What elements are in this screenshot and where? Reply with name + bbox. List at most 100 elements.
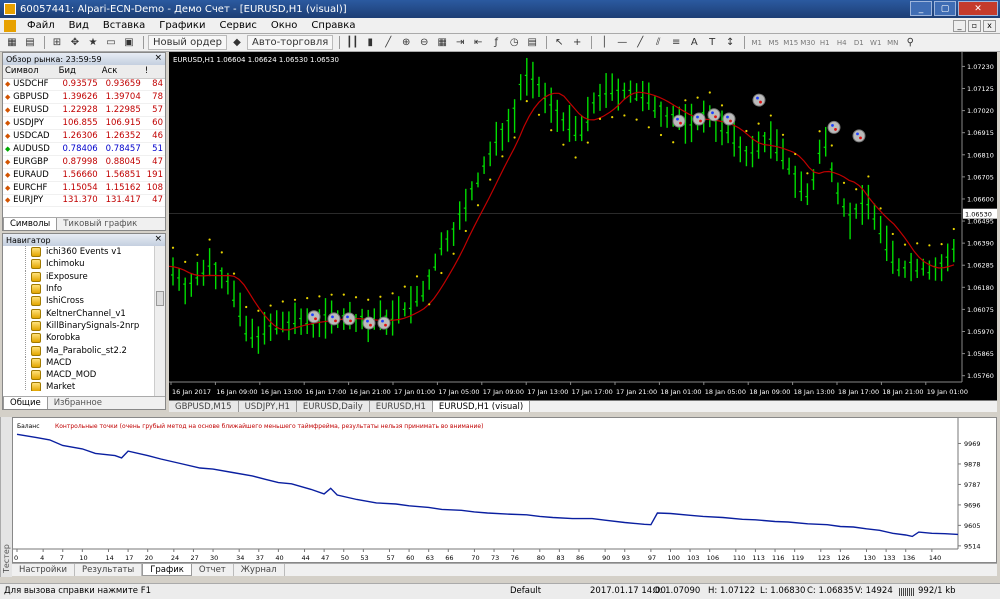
menu-view[interactable]: Вид: [62, 20, 96, 31]
tf-m1-button[interactable]: M1: [749, 35, 764, 50]
crosshair-icon[interactable]: +: [569, 35, 585, 50]
column-bid[interactable]: Бид: [56, 65, 100, 79]
vertical-line-icon[interactable]: │: [596, 35, 612, 50]
trade-marker-icon[interactable]: [672, 114, 686, 128]
menu-help[interactable]: Справка: [304, 20, 362, 31]
navigator-item[interactable]: KeltnerChannel_v1: [3, 307, 155, 320]
close-button[interactable]: ✕: [958, 1, 998, 16]
trade-marker-icon[interactable]: [852, 129, 866, 143]
table-row[interactable]: ◆ USDCAD 1.26306 1.26352 46: [3, 129, 165, 143]
trendline-icon[interactable]: ╱: [632, 35, 648, 50]
tf-m15-button[interactable]: M15: [783, 35, 798, 50]
tester-icon[interactable]: ▣: [121, 35, 137, 50]
tab-favorites[interactable]: Избранное: [48, 397, 108, 409]
price-chart-canvas[interactable]: 1.07230 1.07125 1.07020 1.06915 1.06810 1.067…: [169, 52, 997, 400]
tf-h4-button[interactable]: H4: [834, 35, 849, 50]
new-chart-icon[interactable]: ▦: [4, 35, 20, 50]
candlestick-icon[interactable]: ▮: [362, 35, 378, 50]
tab-common[interactable]: Общие: [3, 397, 48, 409]
data-window-icon[interactable]: ✥: [67, 35, 83, 50]
tf-m5-button[interactable]: M5: [766, 35, 781, 50]
search-icon[interactable]: ⚲: [902, 35, 918, 50]
trade-marker-icon[interactable]: [752, 93, 766, 107]
navigator-item[interactable]: ichi360 Events v1: [3, 246, 155, 259]
tf-d1-button[interactable]: D1: [851, 35, 866, 50]
trade-marker-icon[interactable]: [307, 310, 321, 324]
navigator-item[interactable]: Market: [3, 381, 155, 391]
tf-w1-button[interactable]: W1: [868, 35, 883, 50]
maximize-button[interactable]: ▢: [934, 1, 956, 16]
navigator-scrollbar[interactable]: [154, 246, 165, 396]
zoom-in-icon[interactable]: ⊕: [398, 35, 414, 50]
tester-tab-settings[interactable]: Настройки: [12, 564, 76, 576]
metaeditor-icon[interactable]: ◆: [229, 35, 245, 50]
market-watch-icon[interactable]: ⊞: [49, 35, 65, 50]
label-icon[interactable]: T: [704, 35, 720, 50]
navigator-item[interactable]: Info: [3, 282, 155, 296]
menu-tools[interactable]: Сервис: [212, 20, 263, 31]
tab-symbols[interactable]: Символы: [3, 218, 58, 230]
table-row[interactable]: ◆ EURGBP 0.87998 0.88045 47: [3, 155, 165, 169]
navigator-item[interactable]: KillBinarySignals-2nrp: [3, 319, 155, 333]
trade-marker-icon[interactable]: [342, 312, 356, 326]
navigator-item[interactable]: IshiCross: [3, 295, 155, 308]
fibonacci-icon[interactable]: ≡: [668, 35, 684, 50]
navigator-item[interactable]: iExposure: [3, 270, 155, 283]
trade-marker-icon[interactable]: [827, 120, 841, 134]
mdi-minimize-button[interactable]: _: [953, 19, 966, 32]
zoom-out-icon[interactable]: ⊖: [416, 35, 432, 50]
cursor-icon[interactable]: ↖: [551, 35, 567, 50]
tab-tick-chart[interactable]: Тиковый график: [57, 218, 143, 230]
navigator-item[interactable]: Ichimoku: [3, 258, 155, 271]
autotrading-button[interactable]: Авто-торговля: [246, 35, 334, 50]
table-row[interactable]: ◆ EURJPY 131.370 131.417 47: [3, 194, 165, 208]
table-row[interactable]: ◆ USDJPY 106.855 106.915 60: [3, 116, 165, 131]
new-order-button[interactable]: Новый ордер: [148, 35, 227, 50]
menu-insert[interactable]: Вставка: [96, 20, 152, 31]
table-row[interactable]: ◆ GBPUSD 1.39626 1.39704 78: [3, 90, 165, 105]
tf-m30-button[interactable]: M30: [800, 35, 815, 50]
price-chart[interactable]: 1.07230 1.07125 1.07020 1.06915 1.06810 1.067…: [169, 52, 997, 400]
tester-tab-report[interactable]: Отчет: [192, 564, 234, 576]
menu-charts[interactable]: Графики: [152, 20, 212, 31]
trade-marker-icon[interactable]: [707, 108, 721, 122]
table-row[interactable]: ◆ USDCHF 0.93575 0.93659 84: [3, 78, 165, 92]
text-icon[interactable]: A: [686, 35, 702, 50]
status-profile[interactable]: Default: [510, 586, 541, 596]
column-symbol[interactable]: Символ: [3, 65, 57, 79]
close-icon[interactable]: ×: [154, 53, 162, 63]
navigator-item[interactable]: Korobka: [3, 332, 155, 345]
trade-marker-icon[interactable]: [362, 316, 376, 330]
minimize-button[interactable]: _: [910, 1, 932, 16]
trade-marker-icon[interactable]: [722, 112, 736, 126]
table-row[interactable]: ◆ AUDUSD 0.78406 0.78457 51: [3, 142, 165, 156]
column-spread[interactable]: !: [142, 65, 165, 79]
table-row[interactable]: ◆ EURUSD 1.22928 1.22985 57: [3, 103, 165, 118]
tf-mn-button[interactable]: MN: [885, 35, 900, 50]
autoscroll-icon[interactable]: ⇥: [452, 35, 468, 50]
tf-h1-button[interactable]: H1: [817, 35, 832, 50]
profiles-icon[interactable]: ▤: [22, 35, 38, 50]
tester-tab-results[interactable]: Результаты: [75, 564, 143, 576]
trade-marker-icon[interactable]: [692, 112, 706, 126]
mdi-restore-button[interactable]: ▫: [968, 19, 981, 32]
menu-window[interactable]: Окно: [264, 20, 305, 31]
line-chart-icon[interactable]: ╱: [380, 35, 396, 50]
scrollbar-thumb[interactable]: [156, 291, 164, 306]
tester-tab-journal[interactable]: Журнал: [234, 564, 285, 576]
table-row[interactable]: ◆ EURCHF 1.15054 1.15162 108: [3, 181, 165, 195]
close-icon[interactable]: ×: [154, 234, 162, 244]
templates-icon[interactable]: ▤: [524, 35, 540, 50]
navigator-item[interactable]: MACD_MOD: [3, 368, 155, 382]
terminal-icon[interactable]: ▭: [103, 35, 119, 50]
table-row[interactable]: ◆ EURAUD 1.56660 1.56851 191: [3, 168, 165, 182]
trade-marker-icon[interactable]: [377, 316, 391, 330]
tester-tab-graph[interactable]: График: [142, 564, 192, 576]
channel-icon[interactable]: ⫽: [650, 35, 666, 50]
arrows-icon[interactable]: ↕: [722, 35, 738, 50]
periods-icon[interactable]: ◷: [506, 35, 522, 50]
trade-marker-icon[interactable]: [327, 312, 341, 326]
navigator-item[interactable]: MACD: [3, 356, 155, 369]
horizontal-line-icon[interactable]: —: [614, 35, 630, 50]
bar-chart-icon[interactable]: ┃┃: [344, 35, 360, 50]
